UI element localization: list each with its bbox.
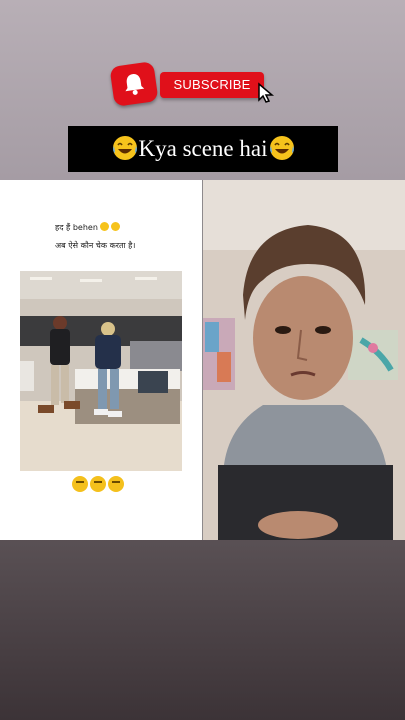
laughing-tears-emoji-icon xyxy=(269,136,294,160)
bell-icon xyxy=(125,74,145,95)
thinking-emoji-icon xyxy=(108,476,124,492)
caption-line1-text: हद हैं behen xyxy=(55,223,98,232)
mouse-cursor-icon xyxy=(258,82,275,103)
video-title-banner: Kya scene hai xyxy=(68,126,338,172)
thinking-emoji-icon xyxy=(72,476,88,492)
creator-camera-panel xyxy=(203,180,405,540)
grimace-emoji-icon xyxy=(110,222,120,231)
grimace-emoji-icon xyxy=(99,222,109,231)
laughing-tears-emoji-icon xyxy=(112,136,137,160)
creator-face-image xyxy=(203,180,405,540)
reacted-post-panel: हद हैं behen अब ऐसे कौन चेक करता है। xyxy=(0,180,202,540)
reaction-emoji-row xyxy=(72,476,126,496)
post-caption-line1: हद हैं behen xyxy=(55,222,120,233)
subscribe-button[interactable]: SUBSCRIBE xyxy=(160,72,264,98)
post-video-thumbnail[interactable] xyxy=(20,271,182,471)
subscribe-graphic: SUBSCRIBE xyxy=(109,61,277,107)
bell-icon-badge xyxy=(109,61,159,107)
title-text: Kya scene hai xyxy=(138,136,268,161)
post-caption-line2: अब ऐसे कौन चेक करता है। xyxy=(55,241,136,250)
thinking-emoji-icon xyxy=(90,476,106,492)
store-scene-image xyxy=(20,271,182,471)
